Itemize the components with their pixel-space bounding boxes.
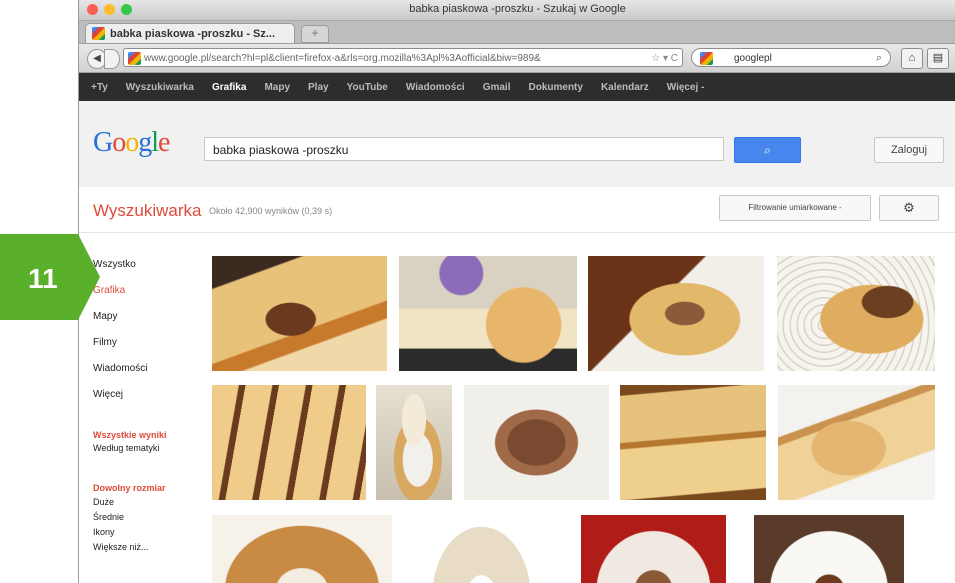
bookmarks-icon[interactable]: ▤ bbox=[927, 48, 949, 69]
nav-images[interactable]: Grafika bbox=[93, 284, 203, 310]
image-result[interactable] bbox=[778, 385, 935, 500]
window-title: babka piaskowa -proszku - Szukaj w Googl… bbox=[409, 3, 626, 15]
login-button[interactable]: Zaloguj bbox=[874, 137, 944, 163]
nav-news[interactable]: Wiadomości bbox=[93, 362, 203, 388]
nav-maps[interactable]: Mapy bbox=[93, 310, 203, 336]
results-count: Około 42,900 wyników (0,39 s) bbox=[209, 206, 333, 216]
gbar-docs[interactable]: Dokumenty bbox=[528, 82, 582, 93]
gear-icon: ⚙ bbox=[903, 200, 915, 215]
gbar-calendar[interactable]: Kalendarz bbox=[601, 82, 649, 93]
nav-by-topic[interactable]: Według tematyki bbox=[93, 441, 203, 481]
left-nav: Wszystko Grafika Mapy Filmy Wiadomości W… bbox=[93, 258, 203, 555]
address-text: www.google.pl/search?hl=pl&client=firefo… bbox=[144, 53, 541, 64]
browser-tab[interactable]: babka piaskowa -proszku - Sz... bbox=[85, 23, 295, 43]
forward-icon[interactable] bbox=[104, 49, 120, 69]
google-logo[interactable]: Google bbox=[93, 127, 170, 159]
gbar-search[interactable]: Wyszukiwarka bbox=[126, 82, 194, 93]
section-title: Wyszukiwarka bbox=[93, 201, 202, 220]
safesearch-filter-button[interactable]: Filtrowanie umiarkowane - bbox=[719, 195, 871, 221]
search-engine-box[interactable]: googlepl ⌕ bbox=[691, 48, 891, 67]
title-bar: babka piaskowa -proszku - Szukaj w Googl… bbox=[79, 0, 955, 21]
gbar-maps[interactable]: Mapy bbox=[264, 82, 290, 93]
search-engine-text: googlepl bbox=[734, 53, 772, 64]
image-result[interactable] bbox=[777, 256, 935, 371]
google-header: Google babka piaskowa -proszku ⌕ Zaloguj bbox=[79, 101, 955, 188]
gbar-images[interactable]: Grafika bbox=[212, 82, 246, 93]
image-result[interactable] bbox=[424, 515, 539, 583]
image-result[interactable] bbox=[581, 515, 726, 583]
google-bar: +Ty Wyszukiwarka Grafika Mapy Play YouTu… bbox=[79, 73, 955, 101]
bookmark-star-icon[interactable]: ☆ ▾ C bbox=[651, 49, 678, 66]
badge-number: 11 bbox=[28, 263, 58, 294]
step-badge: 11 bbox=[0, 234, 100, 320]
image-result[interactable] bbox=[212, 385, 366, 500]
size-large[interactable]: Duże bbox=[93, 495, 203, 510]
search-engine-icon bbox=[700, 52, 713, 65]
image-result[interactable] bbox=[588, 256, 764, 371]
search-input[interactable]: babka piaskowa -proszku bbox=[204, 137, 724, 161]
tab-label: babka piaskowa -proszku - Sz... bbox=[110, 27, 276, 40]
gbar-play[interactable]: Play bbox=[308, 82, 329, 93]
gbar-gmail[interactable]: Gmail bbox=[483, 82, 511, 93]
address-bar[interactable]: www.google.pl/search?hl=pl&client=firefo… bbox=[123, 48, 683, 67]
image-result[interactable] bbox=[620, 385, 766, 500]
tab-strip: babka piaskowa -proszku - Sz... + bbox=[79, 21, 955, 44]
home-icon[interactable]: ⌂ bbox=[901, 48, 923, 69]
settings-button[interactable]: ⚙ bbox=[879, 195, 939, 221]
size-icons[interactable]: Ikony bbox=[93, 525, 203, 540]
image-result[interactable] bbox=[376, 385, 452, 500]
site-favicon-icon bbox=[128, 52, 141, 65]
gbar-youtube[interactable]: YouTube bbox=[347, 82, 388, 93]
image-result[interactable] bbox=[464, 385, 609, 500]
size-any[interactable]: Dowolny rozmiar bbox=[93, 481, 203, 495]
browser-window: babka piaskowa -proszku - Szukaj w Googl… bbox=[78, 0, 955, 583]
results-header: Wyszukiwarka Około 42,900 wyników (0,39 … bbox=[79, 187, 955, 233]
image-result[interactable] bbox=[212, 515, 392, 583]
new-tab-button[interactable]: + bbox=[301, 25, 329, 43]
size-larger-than[interactable]: Większe niż... bbox=[93, 540, 203, 555]
magnifier-icon[interactable]: ⌕ bbox=[876, 49, 882, 68]
image-result[interactable] bbox=[399, 256, 577, 371]
gbar-plus-you[interactable]: +Ty bbox=[91, 82, 108, 93]
image-result[interactable] bbox=[754, 515, 904, 583]
nav-all[interactable]: Wszystko bbox=[93, 258, 203, 284]
google-favicon-icon bbox=[92, 27, 105, 40]
nav-all-results[interactable]: Wszystkie wyniki bbox=[93, 428, 203, 441]
nav-more[interactable]: Więcej bbox=[93, 388, 203, 428]
size-medium[interactable]: Średnie bbox=[93, 510, 203, 525]
nav-toolbar: ◀ www.google.pl/search?hl=pl&client=fire… bbox=[79, 44, 955, 73]
search-icon: ⌕ bbox=[764, 143, 771, 157]
nav-videos[interactable]: Filmy bbox=[93, 336, 203, 362]
search-button[interactable]: ⌕ bbox=[734, 137, 801, 163]
gbar-news[interactable]: Wiadomości bbox=[406, 82, 465, 93]
gbar-more[interactable]: Więcej - bbox=[667, 82, 705, 93]
image-result[interactable] bbox=[212, 256, 387, 371]
